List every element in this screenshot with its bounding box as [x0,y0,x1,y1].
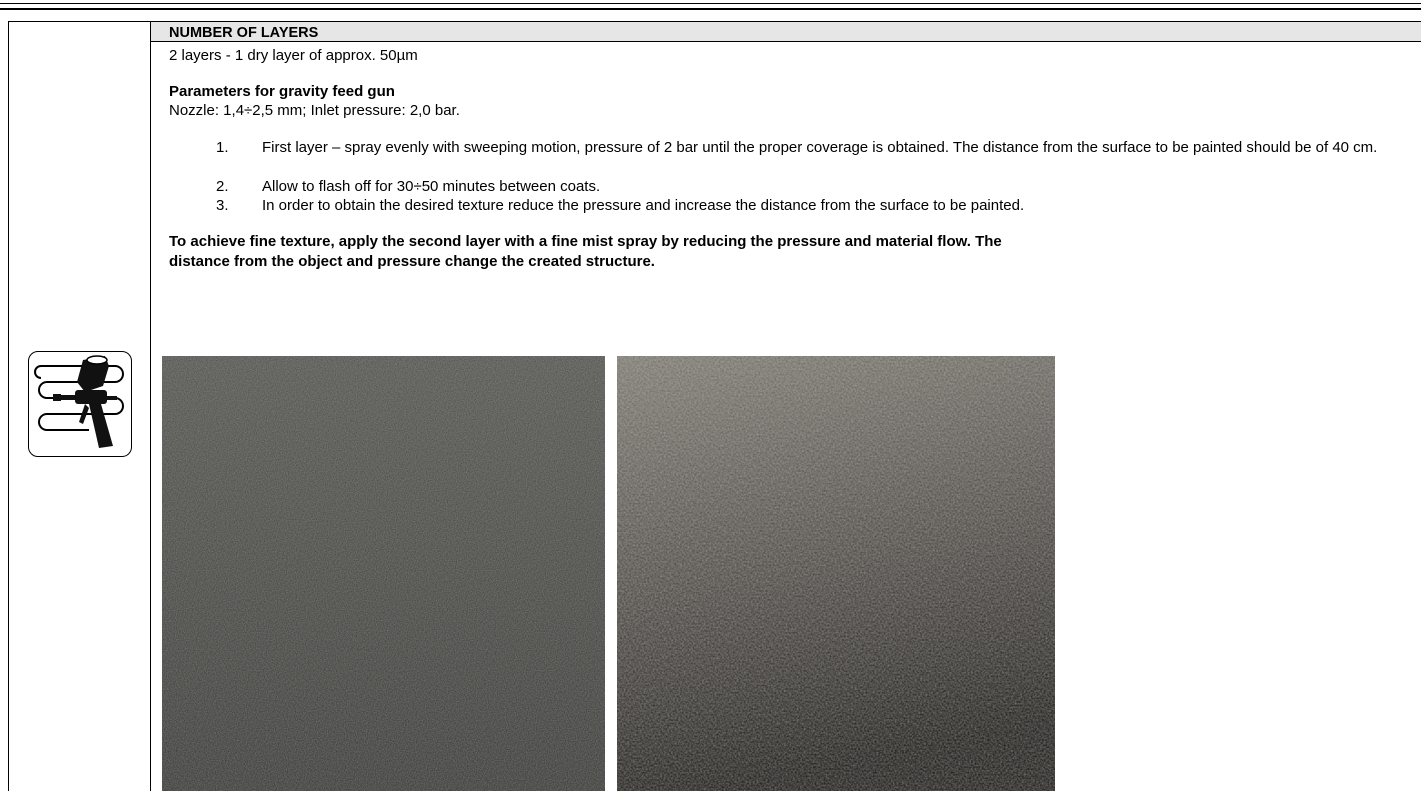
parameters-heading: Parameters for gravity feed gun [169,83,395,100]
top-rule [0,3,1421,4]
fine-texture-note-line2: distance from the object and pressure ch… [169,253,655,270]
top-rule-thick [0,8,1421,10]
spray-gun-icon-graphic [34,355,124,448]
texture-sample-dark-image [162,356,605,791]
step-3-text: In order to obtain the desired texture r… [262,197,1025,214]
step-2-number: 2. [216,178,229,195]
step-1-number: 1. [216,139,229,156]
texture-sample-dark [162,356,605,791]
parameters-detail: Nozzle: 1,4÷2,5 mm; Inlet pressure: 2,0 … [169,102,460,119]
step-1-text: First layer – spray evenly with sweeping… [262,139,1378,156]
texture-sample-light [617,356,1055,791]
step-2-text: Allow to flash off for 30÷50 minutes bet… [262,178,601,195]
layers-line: 2 layers - 1 dry layer of approx. 50µm [169,47,418,64]
column-divider [150,21,151,791]
texture-sample-light-image [617,356,1055,791]
section-header-bar [151,22,1421,42]
step-3-number: 3. [216,197,229,214]
spray-gun-icon [28,351,132,457]
fine-texture-note-line1: To achieve fine texture, apply the secon… [169,233,1002,250]
section-title: NUMBER OF LAYERS [169,25,319,41]
